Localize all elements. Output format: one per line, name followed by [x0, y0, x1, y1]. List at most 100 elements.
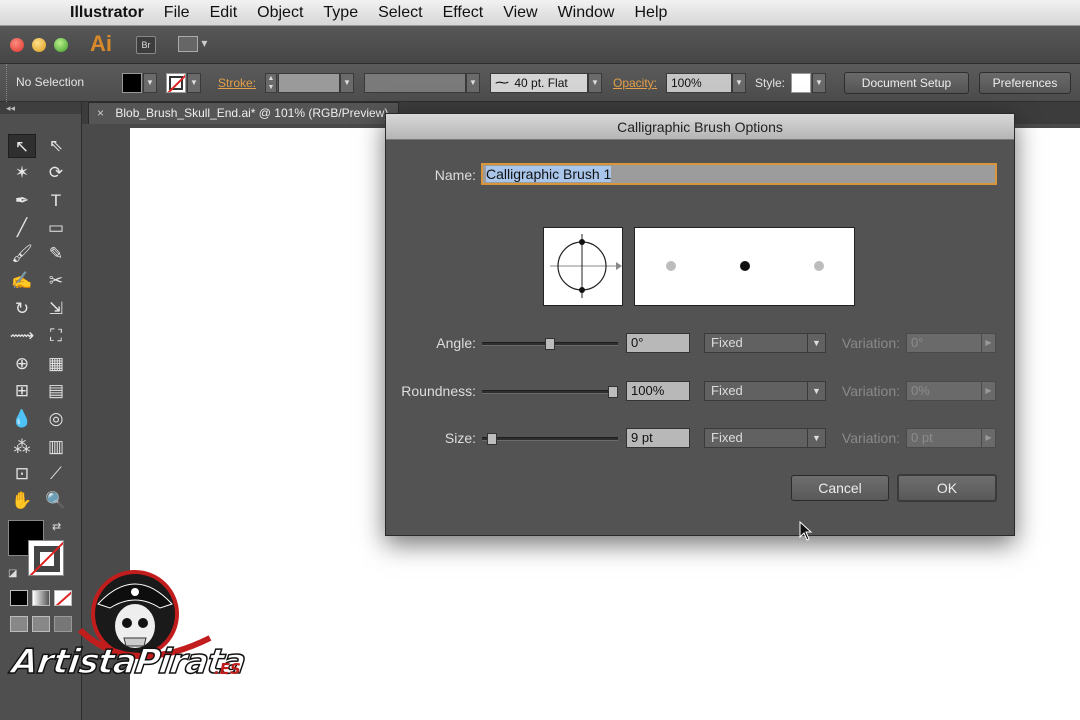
brush-name-value: Calligraphic Brush 1: [486, 166, 612, 182]
symbol-sprayer-tool-icon[interactable]: ⁂: [8, 435, 36, 459]
artboard-tool-icon[interactable]: ⊡: [8, 462, 36, 486]
document-setup-button[interactable]: Document Setup: [844, 72, 969, 94]
graphic-style-swatch[interactable]: [791, 73, 811, 93]
scale-tool-icon[interactable]: ⇲: [42, 297, 70, 321]
roundness-value-field[interactable]: 100%: [626, 381, 690, 401]
fill-dropdown[interactable]: ▼: [143, 73, 157, 93]
bridge-button[interactable]: Br: [136, 36, 156, 54]
variable-width-dropdown[interactable]: ▼: [466, 73, 480, 93]
stroke-label[interactable]: Stroke:: [218, 76, 256, 90]
angle-slider[interactable]: [482, 338, 618, 350]
chevron-down-icon: ▼: [807, 429, 825, 447]
mac-menu-bar: Illustrator File Edit Object Type Select…: [0, 0, 1080, 26]
brush-name-input[interactable]: Calligraphic Brush 1: [481, 163, 997, 185]
roundness-mode-value: Fixed: [711, 383, 743, 398]
roundness-mode-select[interactable]: Fixed ▼: [704, 381, 826, 401]
roundness-slider[interactable]: [482, 386, 618, 398]
menu-app-name[interactable]: Illustrator: [60, 4, 154, 22]
menu-object[interactable]: Object: [247, 4, 313, 22]
pencil-tool-icon[interactable]: ✎: [42, 242, 70, 266]
menu-edit[interactable]: Edit: [200, 4, 248, 22]
pen-tool-icon[interactable]: ✒: [8, 189, 36, 213]
free-transform-tool-icon[interactable]: ⛶: [42, 324, 70, 348]
minimize-window-button[interactable]: [32, 38, 46, 52]
menu-select[interactable]: Select: [368, 4, 432, 22]
graphic-style-dropdown[interactable]: ▼: [812, 73, 826, 93]
brush-shape-preview[interactable]: [543, 227, 623, 306]
watermark-brand-text: ArtistaPirata: [8, 641, 248, 683]
type-tool-icon[interactable]: T: [42, 189, 70, 213]
angle-slider-knob[interactable]: [545, 338, 555, 350]
angle-mode-value: Fixed: [711, 335, 743, 350]
zoom-tool-icon[interactable]: 🔍: [42, 489, 70, 513]
angle-value-field[interactable]: 0°: [626, 333, 690, 353]
document-title: Blob_Brush_Skull_End.ai* @ 101% (RGB/Pre…: [115, 106, 389, 120]
stepper-icon: ▶: [981, 429, 995, 447]
menu-type[interactable]: Type: [313, 4, 368, 22]
brush-definition-dropdown[interactable]: ▼: [588, 73, 602, 93]
direct-selection-tool-icon[interactable]: ⇖: [42, 134, 70, 158]
slice-tool-icon[interactable]: ⟋: [42, 462, 70, 486]
dialog-title[interactable]: Calligraphic Brush Options: [386, 114, 1014, 140]
menu-help[interactable]: Help: [624, 4, 677, 22]
stroke-weight-field[interactable]: [278, 73, 340, 93]
document-tab[interactable]: × Blob_Brush_Skull_End.ai* @ 101% (RGB/P…: [88, 102, 400, 124]
rotate-tool-icon[interactable]: ↻: [8, 297, 36, 321]
menu-window[interactable]: Window: [548, 4, 625, 22]
variable-width-profile[interactable]: [364, 73, 466, 93]
width-tool-icon[interactable]: ⟿: [8, 324, 36, 348]
line-segment-tool-icon[interactable]: ╱: [8, 216, 36, 240]
stroke-dropdown[interactable]: ▼: [187, 73, 201, 93]
eyedropper-tool-icon[interactable]: 💧: [8, 407, 36, 431]
stroke-weight-dropdown[interactable]: ▼: [340, 73, 354, 93]
swap-fill-stroke-icon[interactable]: ⇄: [52, 520, 61, 533]
watermark-tld-text: .ES: [214, 660, 241, 678]
rectangle-tool-icon[interactable]: ▭: [42, 216, 70, 240]
blend-tool-icon[interactable]: ◎: [42, 407, 70, 431]
menu-effect[interactable]: Effect: [433, 4, 494, 22]
size-slider[interactable]: [482, 433, 618, 445]
blob-brush-tool-icon[interactable]: ✍: [8, 269, 36, 293]
selection-tool-icon[interactable]: ↖: [8, 134, 36, 158]
size-mode-select[interactable]: Fixed ▼: [704, 428, 826, 448]
close-window-button[interactable]: [10, 38, 24, 52]
hand-tool-icon[interactable]: ✋: [8, 489, 36, 513]
size-slider-knob[interactable]: [487, 433, 497, 445]
stroke-swatch[interactable]: [166, 73, 186, 93]
paintbrush-tool-icon[interactable]: 🖌: [8, 242, 36, 266]
gradient-tool-icon[interactable]: ▤: [42, 379, 70, 403]
tools-panel-collapse[interactable]: ◂◂: [0, 102, 81, 114]
size-mode-value: Fixed: [711, 430, 743, 445]
menu-view[interactable]: View: [493, 4, 547, 22]
control-bar: No Selection ▼ ▼ Stroke: ▲ ▼ ▼ ▼ ⁓ 40 pt.…: [0, 64, 1080, 102]
size-value-field[interactable]: 9 pt: [626, 428, 690, 448]
artistapirata-watermark: ArtistaPirata .ES: [8, 568, 250, 698]
shape-builder-tool-icon[interactable]: ⊕: [8, 352, 36, 376]
brush-definition-field[interactable]: ⁓ 40 pt. Flat: [490, 73, 588, 93]
roundness-slider-knob[interactable]: [608, 386, 618, 398]
opacity-dropdown[interactable]: ▼: [732, 73, 746, 93]
close-document-icon[interactable]: ×: [97, 106, 104, 120]
lasso-tool-icon[interactable]: ⟳: [42, 161, 70, 185]
size-variation-value: 0 pt: [911, 430, 933, 445]
name-label: Name:: [434, 167, 476, 183]
menu-file[interactable]: File: [154, 4, 200, 22]
ok-button[interactable]: OK: [897, 474, 997, 502]
control-bar-grip[interactable]: [6, 64, 10, 102]
angle-mode-select[interactable]: Fixed ▼: [704, 333, 826, 353]
scissors-tool-icon[interactable]: ✂: [42, 269, 70, 293]
perspective-grid-tool-icon[interactable]: ▦: [42, 352, 70, 376]
cancel-button[interactable]: Cancel: [791, 475, 889, 501]
magic-wand-tool-icon[interactable]: ✶: [8, 161, 36, 185]
fill-swatch[interactable]: [122, 73, 142, 93]
arrange-documents-button[interactable]: ▾: [178, 36, 212, 54]
zoom-window-button[interactable]: [54, 38, 68, 52]
chevron-down-icon: ▼: [807, 334, 825, 352]
opacity-field[interactable]: 100%: [666, 73, 732, 93]
angle-variation-field: 0° ▶: [906, 333, 996, 353]
preferences-button[interactable]: Preferences: [979, 72, 1071, 94]
column-graph-tool-icon[interactable]: ▥: [42, 435, 70, 459]
opacity-label[interactable]: Opacity:: [613, 76, 657, 90]
stroke-weight-stepper[interactable]: ▲ ▼: [265, 73, 277, 93]
mesh-tool-icon[interactable]: ⊞: [8, 379, 36, 403]
